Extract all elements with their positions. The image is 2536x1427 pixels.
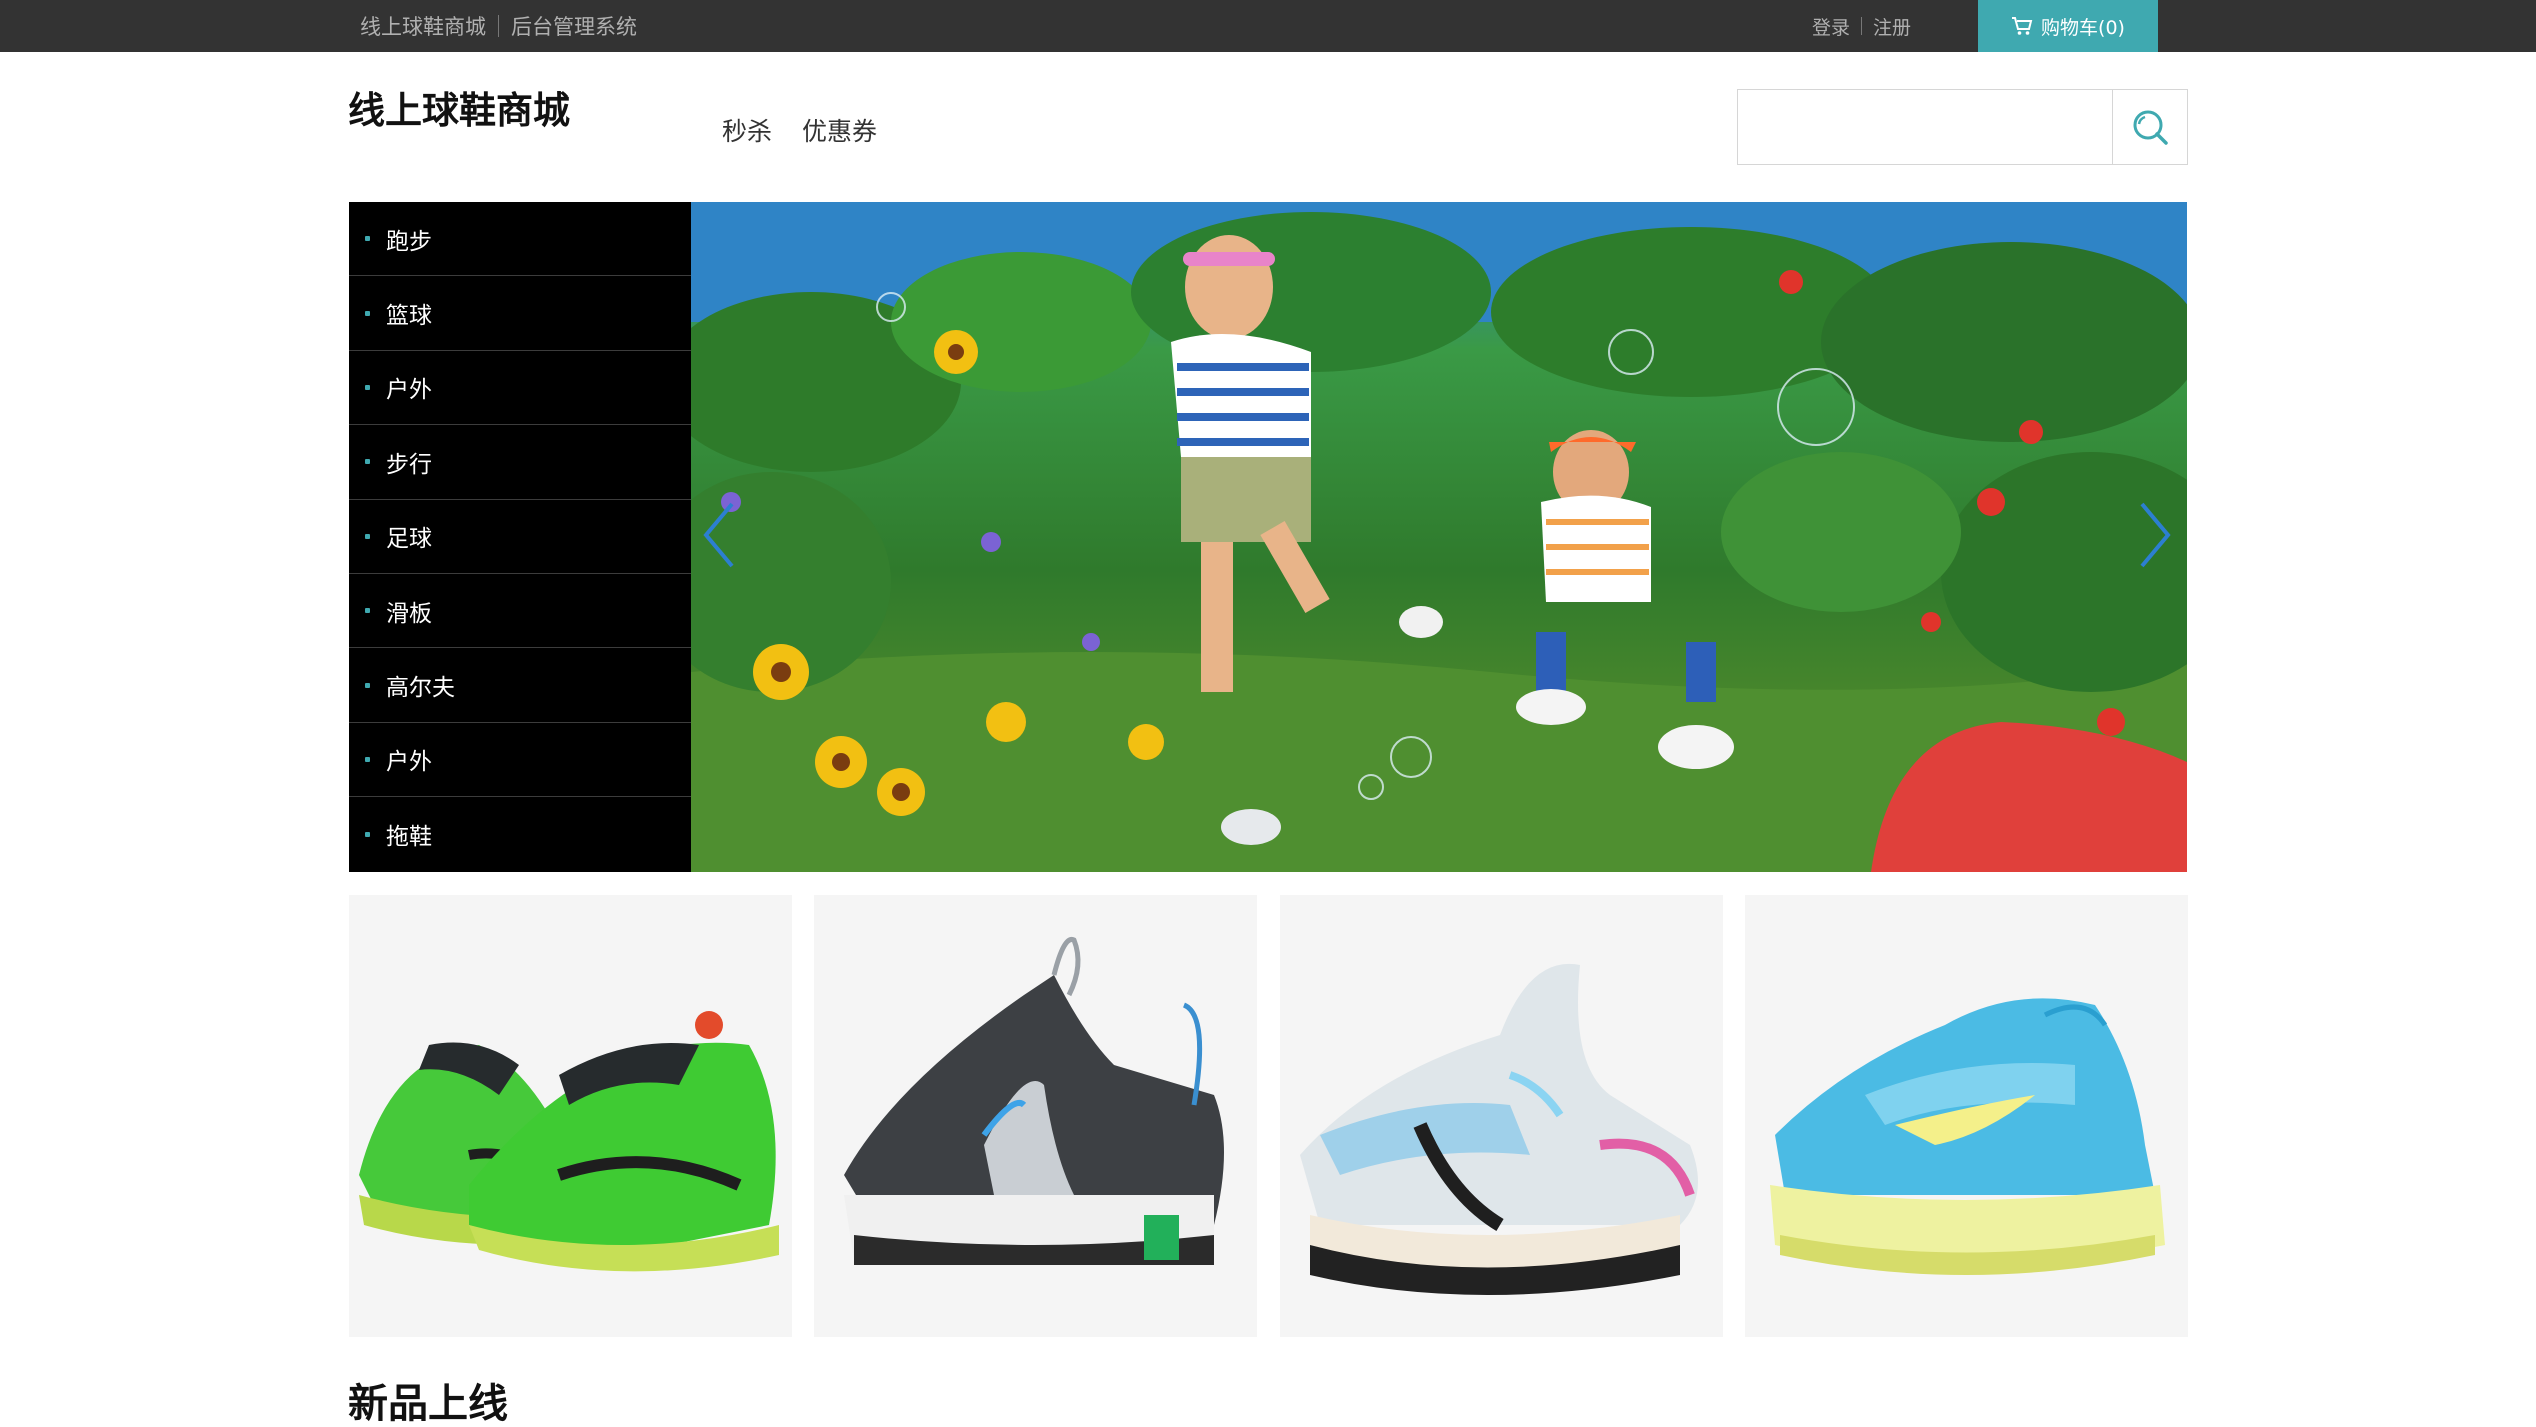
white-basketball-shoe-image	[1300, 963, 1698, 1295]
category-label: 滑板	[386, 600, 432, 627]
category-label: 户外	[386, 749, 432, 776]
top-links: 线上球鞋商城 后台管理系统	[360, 0, 637, 52]
category-item-slippers[interactable]: 拖鞋	[349, 797, 691, 871]
site-home-link[interactable]: 线上球鞋商城	[360, 11, 486, 41]
category-item-football[interactable]: 足球	[349, 500, 691, 574]
nav-coupons[interactable]: 优惠券	[802, 112, 877, 148]
search-button[interactable]	[2112, 90, 2187, 164]
search-input[interactable]	[1738, 90, 2112, 164]
product-card[interactable]	[814, 895, 1257, 1337]
banner-carousel[interactable]	[691, 202, 2187, 872]
category-menu: 跑步 篮球 户外 步行 足球 滑板 高尔夫 户外 拖鞋	[349, 202, 691, 872]
cart-button[interactable]: 购物车(0)	[1978, 0, 2158, 52]
category-label: 篮球	[386, 303, 432, 330]
bullet-icon	[365, 756, 370, 762]
main-nav: 秒杀 优惠券	[722, 112, 877, 148]
search-icon	[2133, 110, 2168, 145]
category-label: 步行	[386, 451, 432, 478]
register-link[interactable]: 注册	[1873, 13, 1911, 40]
admin-link[interactable]: 后台管理系统	[511, 11, 637, 41]
bullet-icon	[365, 236, 370, 242]
cart-label: 购物车(0)	[2041, 16, 2125, 39]
divider	[498, 15, 499, 37]
account-links: 登录 注册	[1812, 0, 1911, 52]
product-card[interactable]	[1745, 895, 2188, 1337]
category-item-skateboard[interactable]: 滑板	[349, 574, 691, 649]
bullet-icon	[365, 310, 370, 316]
chevron-left-icon[interactable]	[700, 500, 740, 570]
category-item-running[interactable]: 跑步	[349, 202, 691, 277]
bullet-icon	[365, 608, 370, 614]
category-item-walking[interactable]: 步行	[349, 425, 691, 500]
section-title-new-arrivals: 新品上线	[348, 1381, 508, 1427]
category-item-golf[interactable]: 高尔夫	[349, 648, 691, 723]
chevron-right-icon[interactable]	[2134, 500, 2174, 570]
green-racing-shoe-image	[359, 1011, 779, 1272]
category-label: 足球	[386, 526, 432, 553]
category-item-outdoor-2[interactable]: 户外	[349, 723, 691, 798]
bullet-icon	[365, 384, 370, 390]
category-label: 拖鞋	[386, 824, 432, 851]
category-label: 户外	[386, 377, 432, 404]
product-card[interactable]	[349, 895, 792, 1337]
bullet-icon	[365, 459, 370, 465]
login-link[interactable]: 登录	[1812, 13, 1850, 40]
search-box	[1737, 89, 2188, 165]
divider	[1861, 17, 1863, 35]
category-item-outdoor[interactable]: 户外	[349, 351, 691, 426]
cart-icon	[2012, 17, 2033, 35]
bullet-icon	[365, 682, 370, 688]
bullet-icon	[365, 533, 370, 539]
nav-seckill[interactable]: 秒杀	[722, 112, 772, 148]
top-bar: 线上球鞋商城 后台管理系统 登录 注册 购物车(0)	[0, 0, 2536, 52]
blue-airmax-shoe-image	[1770, 998, 2165, 1275]
product-card[interactable]	[1280, 895, 1723, 1337]
category-label: 高尔夫	[386, 675, 455, 702]
category-label: 跑步	[386, 228, 432, 255]
bullet-icon	[365, 831, 370, 837]
category-item-basketball[interactable]: 篮球	[349, 276, 691, 351]
banner-image	[691, 202, 2187, 872]
grey-kids-shoe-image	[844, 937, 1224, 1265]
site-logo[interactable]: 线上球鞋商城	[348, 80, 570, 134]
